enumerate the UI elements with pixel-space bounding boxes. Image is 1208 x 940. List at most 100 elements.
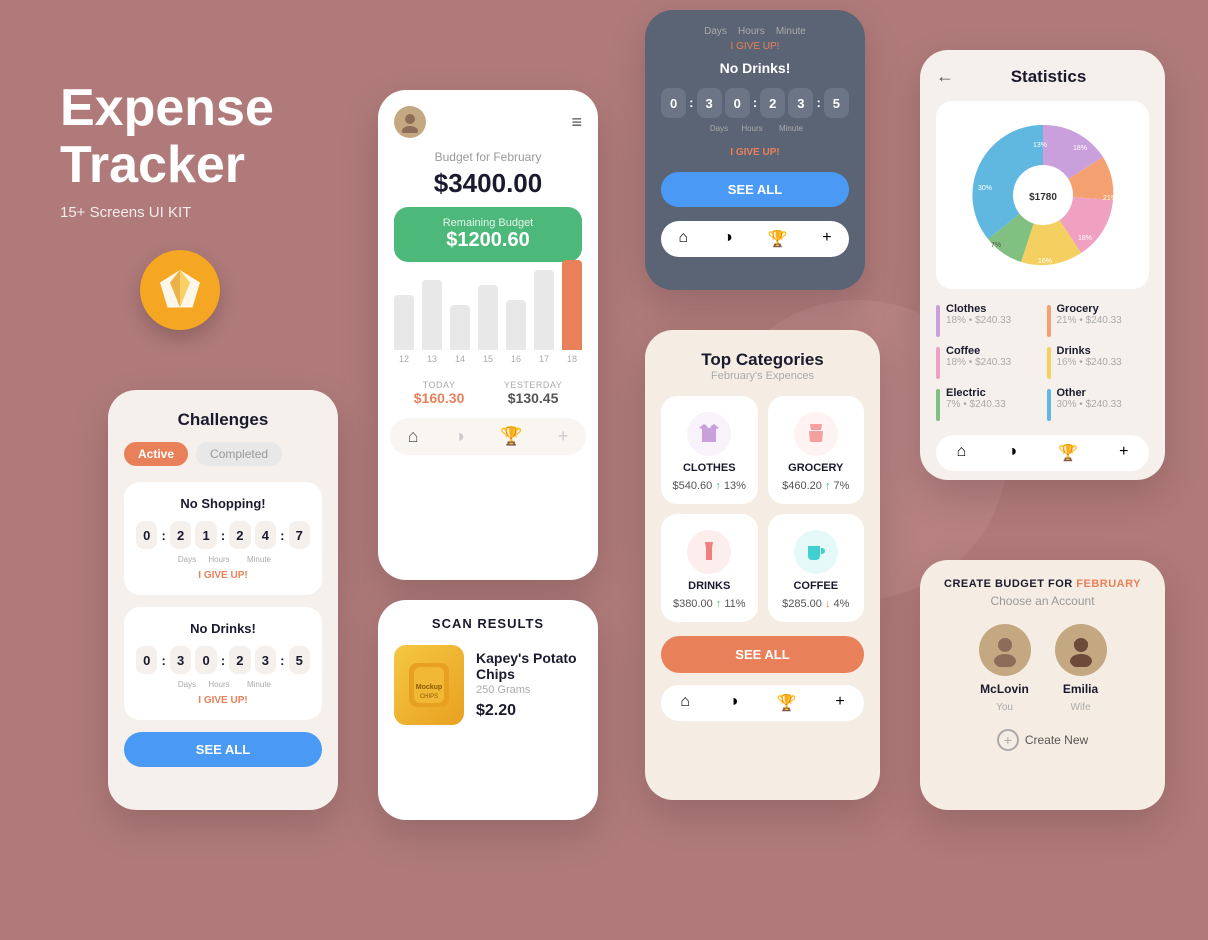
hero-section: Expense Tracker 15+ Screens UI KIT [60,80,274,221]
drinks-h1: 3 [170,646,192,674]
nd-nav-chart[interactable]: ◑ [723,229,733,249]
legend-other: Other 30% • $240.33 [1047,387,1150,421]
svg-text:18%: 18% [1073,145,1087,152]
timer-m1: 2 [229,521,251,549]
legend-grocery: Grocery 21% • $240.33 [1047,303,1150,337]
clothes-amount: $540.60 ↑ 13% [673,480,746,492]
svg-text:CHIPS: CHIPS [420,694,438,700]
coffee-amount: $285.00 ↓ 4% [782,598,849,610]
nd-top-giveup[interactable]: I GIVE UP! [661,41,849,52]
svg-text:$1780: $1780 [1029,192,1057,203]
category-drinks[interactable]: DRINKS $380.00 ↑ 11% [661,514,758,622]
category-grocery[interactable]: GROCERY $460.20 ↑ 7% [768,396,865,504]
tab-completed[interactable]: Completed [196,442,282,466]
stats-nav-trophy[interactable]: 🏆 [1058,443,1078,463]
category-clothes[interactable]: CLOTHES $540.60 ↑ 13% [661,396,758,504]
sketch-logo [140,250,220,330]
avatar-mclovin [979,624,1031,676]
account-mclovin[interactable]: McLovin You [979,624,1031,713]
categories-card: Top Categories February's Expences CLOTH… [645,330,880,800]
stats-back-button[interactable]: ← [936,66,954,87]
budget-amount: $3400.00 [378,164,598,207]
grocery-amount: $460.20 ↑ 7% [782,480,849,492]
legend-dot-drinks [1047,347,1051,379]
budget-nav-bar: ⌂ ◑ 🏆 + [390,418,586,455]
nav-trophy-icon[interactable]: 🏆 [500,426,522,447]
create-budget-title: CREATE BUDGET FOR FEBRUARY [936,578,1149,590]
stats-nav-home[interactable]: ⌂ [957,443,967,463]
scan-item: Mockup CHIPS Kapey's Potato Chips 250 Gr… [394,645,582,725]
account-emilia[interactable]: Emilia Wife [1055,624,1107,713]
remaining-budget-bar: Remaining Budget $1200.60 [394,207,582,262]
drinks-m1: 2 [229,646,251,674]
drinks-m2: 3 [255,646,277,674]
categories-subtitle: February's Expences [661,370,864,382]
challenges-see-all-button[interactable]: SEE ALL [124,732,322,767]
sketch-icon [155,265,205,315]
challenge-shopping-giveup[interactable]: I GIVE UP! [136,570,310,581]
cat-nav-add[interactable]: + [835,693,844,713]
svg-text:Mockup: Mockup [416,684,442,691]
nd-nav-home[interactable]: ⌂ [678,229,688,249]
challenge-drinks-timer: 0 : 3 0 : 2 3 : 5 [136,646,310,674]
nd-nav-add[interactable]: + [822,229,831,249]
nd-give-up[interactable]: I GIVE UP! [661,147,849,158]
drinks-h2: 0 [195,646,217,674]
challenge-shopping: No Shopping! 0 : 2 1 : 2 4 : 7 Days Hour… [124,482,322,595]
svg-text:21%: 21% [1103,195,1117,202]
nd-m1: 2 [760,88,785,118]
create-budget-card: CREATE BUDGET FOR FEBRUARY Choose an Acc… [920,560,1165,810]
remaining-label: Remaining Budget [410,217,566,229]
categories-grid: CLOTHES $540.60 ↑ 13% GROCERY $460.20 ↑ … [661,396,864,622]
budget-menu-icon[interactable]: ≡ [571,112,582,133]
budget-header: ≡ [378,90,598,150]
categories-nav-bar: ⌂ ◑ 🏆 + [661,685,864,721]
drinks-amount: $380.00 ↑ 11% [673,598,746,610]
remaining-amount: $1200.60 [410,229,566,252]
grocery-icon [804,422,828,446]
scan-title: SCAN RESULTS [394,616,582,631]
emilia-avatar-icon [1064,633,1098,667]
drinks-icon-circle [687,530,731,574]
no-drinks-card: Days Hours Minute I GIVE UP! No Drinks! … [645,10,865,290]
nav-chart-icon[interactable]: ◑ [454,426,465,447]
stats-nav-add[interactable]: + [1119,443,1128,463]
cat-nav-chart[interactable]: ◑ [729,693,739,713]
scan-product-grams: 250 Grams [476,684,582,696]
hero-title: Expense Tracker [60,80,274,194]
nd-nav-trophy[interactable]: 🏆 [767,229,787,249]
challenge-shopping-label: No Shopping! [136,496,310,511]
challenges-card: Challenges Active Completed No Shopping!… [108,390,338,810]
categories-see-all-button[interactable]: SEE ALL [661,636,864,673]
nd-h2: 0 [725,88,750,118]
clothes-name: CLOTHES [683,462,736,474]
nav-home-icon[interactable]: ⌂ [408,426,419,447]
cat-nav-home[interactable]: ⌂ [680,693,690,713]
nd-see-all-button[interactable]: SEE ALL [661,172,849,207]
challenge-drinks-giveup[interactable]: I GIVE UP! [136,695,310,706]
svg-text:7%: 7% [991,242,1001,249]
tab-active[interactable]: Active [124,442,188,466]
create-new-button[interactable]: + Create New [936,729,1149,751]
budget-avatar [394,106,426,138]
stats-nav-chart[interactable]: ◑ [1007,443,1017,463]
avatar-icon [399,111,421,133]
svg-text:13%: 13% [1033,142,1047,149]
cat-nav-trophy[interactable]: 🏆 [777,693,797,713]
timer-h2: 1 [195,521,217,549]
clothes-icon [697,422,721,446]
nd-timer: 0 : 3 0 : 2 3 : 5 [661,88,849,118]
coffee-name: COFFEE [793,580,838,592]
today-label: TODAY [414,380,465,390]
budget-period: Budget for February [378,150,598,164]
nd-top-label: Days Hours Minute [661,26,849,37]
yesterday-item: YESTERDAY $130.45 [504,380,562,406]
scan-product-price: $2.20 [476,702,582,720]
nav-add-icon[interactable]: + [558,426,569,447]
legend-dot-coffee [936,347,940,379]
legend-dot-electric [936,389,940,421]
timer-h1: 2 [170,521,192,549]
budget-card: ≡ Budget for February $3400.00 Remaining… [378,90,598,580]
legend-coffee: Coffee 18% • $240.33 [936,345,1039,379]
category-coffee[interactable]: COFFEE $285.00 ↓ 4% [768,514,865,622]
